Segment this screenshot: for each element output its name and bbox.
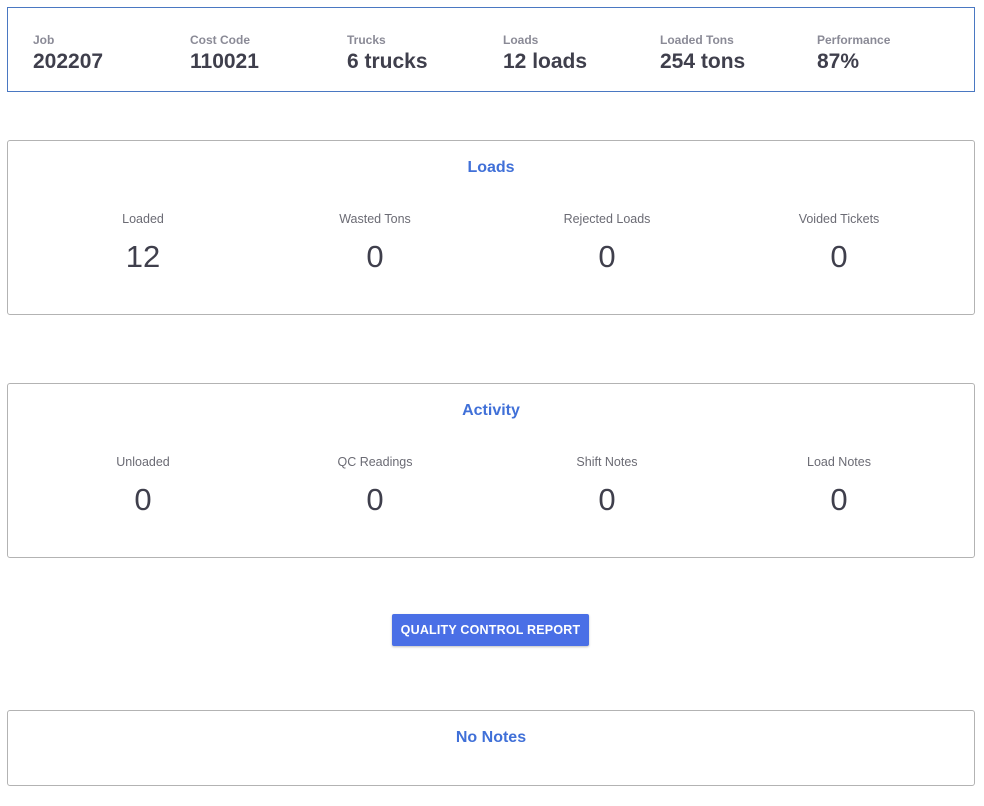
- summary-job-value: 202207: [33, 50, 104, 73]
- job-summary-bar: Job 202207 Cost Code 110021 Trucks 6 tru…: [7, 7, 975, 92]
- notes-card-title: No Notes: [455, 729, 527, 746]
- stat-loaded: Loaded 12: [43, 212, 243, 275]
- stat-shift-notes-label: Shift Notes: [576, 455, 638, 469]
- quality-control-report-button[interactable]: QUALITY CONTROL REPORT: [392, 614, 589, 646]
- summary-loads: Loads 12 loads: [503, 33, 587, 75]
- summary-loaded-tons-value: 254 tons: [660, 50, 746, 73]
- stat-qc-readings-value: 0: [366, 482, 384, 517]
- stat-qc-readings: QC Readings 0: [275, 455, 475, 518]
- stat-qc-readings-label: QC Readings: [337, 455, 413, 469]
- stat-load-notes-label: Load Notes: [807, 455, 871, 469]
- stat-loaded-label: Loaded: [122, 212, 164, 226]
- stat-unloaded-label: Unloaded: [116, 455, 170, 469]
- loads-card-title: Loads: [467, 159, 515, 176]
- summary-loads-value: 12 loads: [503, 50, 588, 73]
- summary-performance-value: 87%: [817, 50, 860, 73]
- notes-card: No Notes: [7, 710, 975, 786]
- summary-cost-code-value: 110021: [190, 50, 259, 73]
- summary-performance-label: Performance: [817, 33, 891, 47]
- stat-load-notes: Load Notes 0: [739, 455, 939, 518]
- summary-loads-label: Loads: [503, 33, 539, 47]
- summary-trucks-value: 6 trucks: [347, 50, 428, 73]
- stat-shift-notes-value: 0: [598, 482, 616, 517]
- stat-load-notes-value: 0: [830, 482, 848, 517]
- stat-loaded-value: 12: [125, 239, 161, 274]
- stat-wasted-tons: Wasted Tons 0: [275, 212, 475, 275]
- activity-card: Activity Unloaded 0 QC Readings 0 Shift …: [7, 383, 975, 558]
- activity-card-title: Activity: [462, 402, 520, 419]
- stat-rejected-loads: Rejected Loads 0: [507, 212, 707, 275]
- summary-trucks-label: Trucks: [347, 33, 386, 47]
- summary-cost-code-label: Cost Code: [190, 33, 250, 47]
- stat-wasted-tons-value: 0: [366, 239, 384, 274]
- summary-loaded-tons-label: Loaded Tons: [660, 33, 734, 47]
- summary-loaded-tons: Loaded Tons 254 tons: [660, 33, 745, 75]
- stat-unloaded: Unloaded 0: [43, 455, 243, 518]
- summary-job: Job 202207: [33, 33, 103, 75]
- stat-voided-tickets-label: Voided Tickets: [798, 212, 880, 226]
- stat-voided-tickets: Voided Tickets 0: [739, 212, 939, 275]
- loads-card: Loads Loaded 12 Wasted Tons 0 Rejected L…: [7, 140, 975, 315]
- summary-performance: Performance 87%: [817, 33, 890, 75]
- summary-cost-code: Cost Code 110021: [190, 33, 259, 75]
- stat-rejected-loads-value: 0: [598, 239, 616, 274]
- summary-trucks: Trucks 6 trucks: [347, 33, 428, 75]
- stat-unloaded-value: 0: [134, 482, 152, 517]
- stat-wasted-tons-label: Wasted Tons: [339, 212, 411, 226]
- stat-shift-notes: Shift Notes 0: [507, 455, 707, 518]
- stat-voided-tickets-value: 0: [830, 239, 848, 274]
- summary-job-label: Job: [33, 33, 55, 47]
- stat-rejected-loads-label: Rejected Loads: [563, 212, 651, 226]
